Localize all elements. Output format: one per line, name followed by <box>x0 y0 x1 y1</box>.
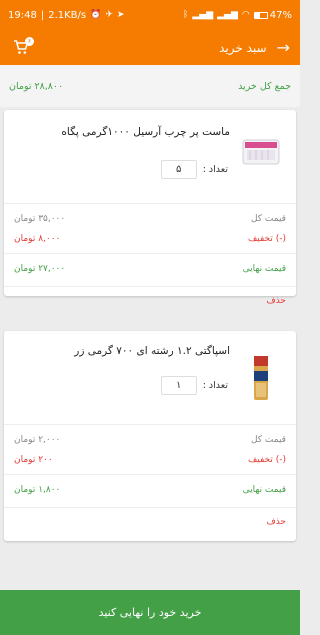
final-price-row: قیمت نهایی ۲۷,۰۰۰ تومان <box>4 257 296 281</box>
quantity-field[interactable]: ۵ <box>160 160 197 179</box>
quantity-label: تعداد : <box>202 380 228 391</box>
total-value: ۲۸,۸۰۰ تومان <box>9 80 64 92</box>
price-row: قیمت کل ۳۵,۰۰۰ تومان <box>4 209 296 229</box>
product-name: ماست پر چرب آرسیل ۱۰۰۰گرمی پگاه <box>61 126 230 138</box>
divider <box>4 424 296 425</box>
total-label: جمع کل خرید <box>238 80 291 92</box>
quantity-label: تعداد : <box>202 164 228 175</box>
alarm-icon: ⏰ <box>90 9 102 20</box>
price-value: ۳۵,۰۰۰ تومان <box>14 214 66 224</box>
cart-item-header: ماست پر چرب آرسیل ۱۰۰۰گرمی پگاه تعداد : … <box>4 110 296 203</box>
final-price-value: ۱,۸۰۰ تومان <box>14 485 61 495</box>
final-price-label: قیمت نهایی <box>242 485 286 495</box>
cart-button[interactable]: ۶ <box>10 36 34 59</box>
final-price-label: قیمت نهایی <box>242 264 286 274</box>
page-title: سبد خرید <box>219 40 267 55</box>
status-network-speed: 2.1KB/s <box>48 9 87 21</box>
cart-total-row: جمع کل خرید ۲۸,۸۰۰ تومان <box>0 65 300 107</box>
delete-button[interactable]: حذف <box>4 296 296 306</box>
divider <box>4 286 296 287</box>
battery-indicator: 47% <box>253 9 292 21</box>
battery-percent: 47% <box>269 9 292 21</box>
cart-item-card: اسپاگتی ۱.۲ رشته ای ۷۰۰ گرمی زر تعداد : … <box>4 331 296 541</box>
discount-value: ۸,۰۰۰ تومان <box>14 234 61 244</box>
quantity-field[interactable]: ۱ <box>160 376 197 395</box>
delete-button[interactable]: حذف <box>4 517 296 527</box>
signal-icon: ▂▄▆ <box>192 9 214 20</box>
battery-icon <box>253 11 268 19</box>
discount-label: (-) تخفیف <box>247 234 286 244</box>
app-bar: ۶ → سبد خرید <box>0 30 300 65</box>
quantity-row: تعداد : ۵ <box>160 160 228 179</box>
divider <box>4 253 296 254</box>
status-time: 19:48 <box>8 9 37 21</box>
status-bar: 19:48 | 2.1KB/s ⏰ ✈ ➤ ᛒ ▂▄▆ ▂▄▆ ◠ 47% <box>0 0 300 30</box>
battery-fill <box>254 12 261 18</box>
price-label: قیمت کل <box>250 435 286 445</box>
final-price-row: قیمت نهایی ۱,۸۰۰ تومان <box>4 478 296 502</box>
cart-item-card: ماست پر چرب آرسیل ۱۰۰۰گرمی پگاه تعداد : … <box>4 110 296 306</box>
product-image-yogurt <box>242 139 280 165</box>
cart-badge: ۶ <box>25 36 34 46</box>
product-image-spaghetti <box>254 356 268 400</box>
status-separator: | <box>40 9 45 21</box>
discount-row: (-) تخفیف ۸,۰۰۰ تومان <box>4 229 296 249</box>
discount-label: (-) تخفیف <box>247 455 286 465</box>
back-arrow-icon[interactable]: → <box>277 39 290 56</box>
price-label: قیمت کل <box>250 214 286 224</box>
telegram-icon: ✈ <box>105 9 113 20</box>
signal-2-icon: ▂▄▆ <box>217 9 238 20</box>
wifi-icon: ◠ <box>241 9 250 20</box>
send-icon: ➤ <box>116 9 125 20</box>
divider <box>4 203 296 204</box>
quantity-row: تعداد : ۱ <box>160 376 228 395</box>
divider <box>4 474 296 475</box>
price-value: ۲,۰۰۰ تومان <box>14 435 61 445</box>
divider <box>4 507 296 508</box>
cart-item-header: اسپاگتی ۱.۲ رشته ای ۷۰۰ گرمی زر تعداد : … <box>4 331 296 424</box>
final-price-value: ۲۷,۰۰۰ تومان <box>14 264 66 274</box>
product-name: اسپاگتی ۱.۲ رشته ای ۷۰۰ گرمی زر <box>74 345 230 357</box>
status-right: ᛒ ▂▄▆ ▂▄▆ ◠ 47% <box>183 10 292 21</box>
price-row: قیمت کل ۲,۰۰۰ تومان <box>4 430 296 450</box>
app-bar-title-group: → سبد خرید <box>219 39 290 56</box>
discount-row: (-) تخفیف ۲۰۰ تومان <box>4 450 296 470</box>
status-left: 19:48 | 2.1KB/s ⏰ ✈ ➤ <box>8 10 124 21</box>
bluetooth-icon: ᛒ <box>182 9 189 20</box>
discount-value: ۲۰۰ تومان <box>14 455 53 465</box>
checkout-button[interactable]: خرید خود را نهایی کنید <box>0 590 300 635</box>
